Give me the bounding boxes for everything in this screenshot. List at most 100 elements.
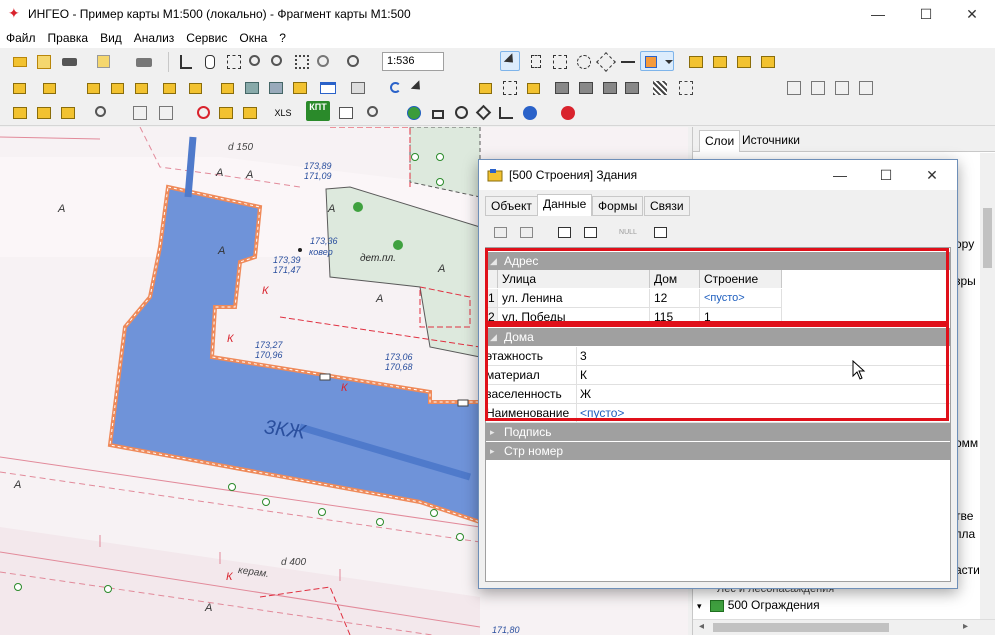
cut-object-icon[interactable] — [476, 78, 496, 98]
zoom-extent-icon[interactable] — [292, 52, 312, 72]
expand-arrow-icon[interactable]: ▸ — [490, 423, 495, 441]
data-table-icon[interactable] — [336, 103, 356, 123]
text-style-icon[interactable] — [784, 78, 804, 98]
text-fx-icon[interactable] — [856, 78, 876, 98]
kpt-button[interactable]: КПТ — [306, 101, 330, 121]
help-icon[interactable] — [520, 103, 540, 123]
scale-select-icon[interactable] — [344, 52, 364, 72]
set-null-button[interactable]: NULL — [615, 223, 641, 243]
menu-service[interactable]: Сервис — [180, 28, 233, 48]
zoom-previous-icon[interactable] — [314, 52, 334, 72]
layers-hscrollbar[interactable]: ◂ ▸ — [693, 619, 995, 635]
text-height-icon[interactable] — [832, 78, 852, 98]
select-rect-icon[interactable] — [550, 52, 570, 72]
undo-icon[interactable] — [386, 78, 406, 98]
paste-object-icon[interactable] — [524, 78, 544, 98]
search-object-icon[interactable] — [94, 52, 114, 72]
select-lasso-icon[interactable] — [574, 52, 594, 72]
zoom-out-icon[interactable] — [268, 52, 288, 72]
layer-item[interactable]: ▾ 500 Ограждения — [697, 598, 820, 612]
layer-up-icon[interactable] — [576, 78, 596, 98]
globe-icon[interactable] — [404, 103, 424, 123]
ungroup-icon[interactable] — [266, 78, 286, 98]
sigma-icon[interactable] — [240, 103, 260, 123]
select-polygon-icon[interactable] — [596, 52, 616, 72]
scroll-left-icon[interactable]: ◂ — [699, 621, 704, 632]
plugin-icon[interactable] — [558, 103, 578, 123]
delete-record-icon[interactable] — [517, 223, 537, 243]
rotate-object-icon[interactable] — [218, 78, 238, 98]
print-icon[interactable] — [134, 52, 154, 72]
layer-top-icon[interactable] — [622, 78, 642, 98]
zoom-window-icon[interactable] — [224, 52, 244, 72]
menu-view[interactable]: Вид — [94, 28, 128, 48]
home-icon[interactable] — [428, 103, 448, 123]
find-icon[interactable] — [92, 103, 112, 123]
shape-edit-icon[interactable] — [160, 78, 180, 98]
layers-stack-icon[interactable] — [60, 52, 80, 72]
paste-record-icon[interactable] — [581, 223, 601, 243]
tab-layers[interactable]: Слои — [699, 130, 741, 152]
section-header-house-number[interactable]: ▸ Стр номер — [486, 442, 950, 460]
select-tool-icon[interactable] — [526, 52, 546, 72]
frame-icon[interactable] — [676, 78, 696, 98]
block-icon[interactable] — [194, 103, 214, 123]
split-object-icon[interactable] — [132, 78, 152, 98]
db-search-icon[interactable] — [364, 103, 384, 123]
dialog-maximize-button[interactable]: ☐ — [863, 160, 909, 190]
add-record-icon[interactable] — [491, 223, 511, 243]
menu-analysis[interactable]: Анализ — [128, 28, 181, 48]
expand-arrow-icon[interactable]: ▾ — [697, 601, 707, 612]
select-objects-icon[interactable] — [500, 78, 520, 98]
expand-arrow-icon[interactable]: ▸ — [490, 442, 495, 460]
copy-record-icon[interactable] — [555, 223, 575, 243]
menu-windows[interactable]: Окна — [233, 28, 273, 48]
node-move-icon[interactable] — [710, 52, 730, 72]
edge-icon[interactable] — [34, 103, 54, 123]
dialog-title-bar[interactable]: [500 Строения] Здания — ☐ ✕ — [479, 160, 957, 190]
tab-object[interactable]: Объект — [485, 196, 538, 216]
pan-hand-icon[interactable] — [200, 52, 220, 72]
tab-forms[interactable]: Формы — [592, 196, 644, 216]
scroll-thumb[interactable] — [713, 623, 889, 632]
hatch-icon[interactable] — [650, 78, 670, 98]
new-object-icon[interactable] — [10, 78, 30, 98]
maximize-button[interactable]: ☐ — [903, 0, 949, 28]
select-line-icon[interactable] — [618, 52, 638, 72]
dialog-minimize-button[interactable]: — — [817, 160, 863, 190]
node-add-icon[interactable] — [734, 52, 754, 72]
navigate-icon[interactable] — [474, 103, 494, 123]
help-pointer-icon[interactable] — [410, 78, 430, 98]
section-header-signature[interactable]: ▸ Подпись — [486, 423, 950, 441]
minimize-button[interactable]: — — [855, 0, 901, 28]
copy-object-icon[interactable] — [40, 78, 60, 98]
zoom-in-icon[interactable] — [246, 52, 266, 72]
node-delete-icon[interactable] — [758, 52, 778, 72]
height-tool-icon[interactable] — [496, 103, 516, 123]
scroll-right-icon[interactable]: ▸ — [963, 621, 968, 632]
tab-links[interactable]: Связи — [644, 196, 690, 216]
measure-icon[interactable] — [176, 52, 196, 72]
layers-vscrollbar[interactable] — [980, 153, 995, 619]
transform-icon[interactable] — [10, 103, 30, 123]
tab-sources[interactable]: Источники — [737, 130, 805, 152]
table-icon[interactable] — [318, 78, 338, 98]
fill-style-dropdown[interactable] — [640, 51, 674, 71]
layer-order-icon[interactable] — [552, 78, 572, 98]
merge-object-icon[interactable] — [108, 78, 128, 98]
menu-edit[interactable]: Правка — [42, 28, 95, 48]
export-xls-button[interactable]: XLS — [270, 103, 296, 123]
select-arrow-icon[interactable] — [500, 51, 520, 71]
group-icon[interactable] — [242, 78, 262, 98]
snap-icon[interactable] — [58, 103, 78, 123]
grid-icon[interactable] — [348, 78, 368, 98]
report-icon[interactable] — [156, 103, 176, 123]
filter-icon[interactable] — [216, 103, 236, 123]
scroll-thumb[interactable] — [983, 208, 992, 268]
menu-file[interactable]: Файл — [0, 28, 42, 48]
scale-input[interactable]: 1:536 — [382, 52, 444, 71]
menu-help[interactable]: ? — [273, 28, 292, 48]
map-view-icon[interactable] — [34, 52, 54, 72]
layer-down-icon[interactable] — [600, 78, 620, 98]
open-layers-icon[interactable] — [10, 52, 30, 72]
